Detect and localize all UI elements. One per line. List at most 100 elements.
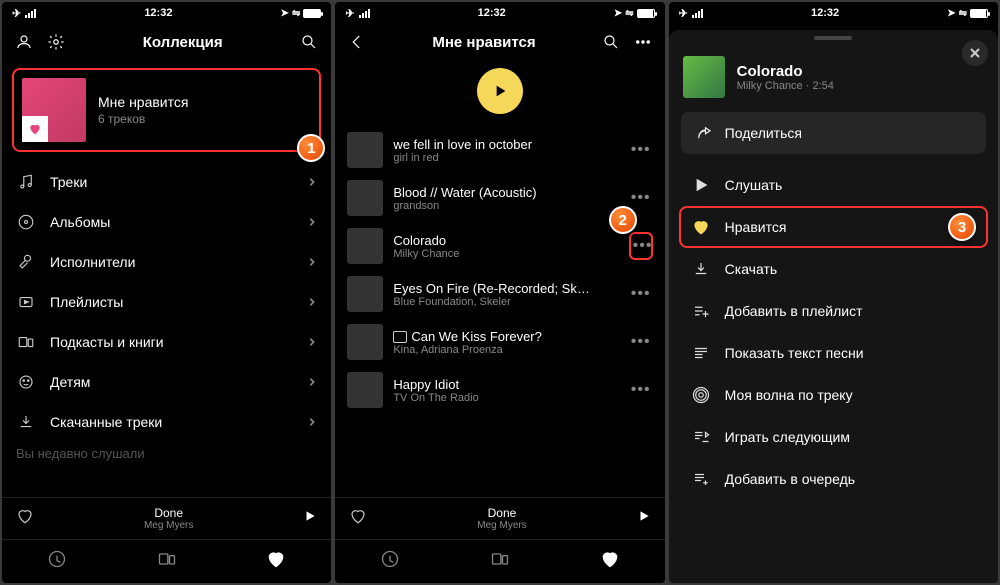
track-row[interactable]: Happy IdiotTV On The Radio ••• [335,366,664,414]
app-header: Мне нравится [335,24,664,60]
tab-collection[interactable] [266,549,286,574]
now-playing-bar[interactable]: DoneMeg Myers [335,497,664,539]
app-header: Коллекция [2,24,331,60]
hq-icon [393,331,407,343]
sheet-menu: Слушать Нравится 3 Скачать Добавить в пл… [669,164,998,500]
chevron-right-icon [307,254,317,270]
sheet-play-next[interactable]: Играть следующим [673,416,994,458]
plane-icon: ✈︎ [345,7,354,20]
menu-albums[interactable]: Альбомы [2,202,331,242]
chevron-right-icon [307,294,317,310]
sheet-add-playlist[interactable]: Добавить в плейлист [673,290,994,332]
menu-tracks[interactable]: Треки [2,162,331,202]
track-cover [347,276,383,312]
action-sheet: Colorado Milky Chance · 2:54 Поделиться … [669,30,998,583]
step-badge-2: 2 [609,206,637,234]
location-icon: ➤ [947,8,955,19]
menu-downloads[interactable]: Скачанные треки [2,402,331,442]
share-button[interactable]: Поделиться [681,112,986,154]
screen-collection: ✈︎ 12:32 ➤ ⇋ Коллекция [2,2,331,583]
menu-podcasts[interactable]: Подкасты и книги [2,322,331,362]
tab-collection[interactable] [600,549,620,574]
tab-podcasts[interactable] [157,549,177,574]
add-playlist-icon [691,302,711,320]
track-more-icon[interactable]: ••• [629,333,653,351]
sheet-mywave[interactable]: Моя волна по треку [673,374,994,416]
sheet-header: Colorado Milky Chance · 2:54 [669,40,998,112]
sheet-title: Colorado [737,63,834,80]
status-time: 12:32 [144,7,172,19]
tab-wave[interactable] [380,549,400,574]
search-icon[interactable] [601,32,621,52]
sheet-queue[interactable]: Добавить в очередь [673,458,994,500]
menu-kids[interactable]: Детям [2,362,331,402]
step-badge-3: 3 [948,213,976,241]
heart-icon [22,116,48,142]
wifi-icon [359,9,370,18]
now-playing-bar[interactable]: Done Meg Myers [2,497,331,539]
track-list: we fell in love in octobergirl in red ••… [335,126,664,414]
chevron-right-icon [307,174,317,190]
share-icon [695,124,713,142]
sheet-like[interactable]: Нравится 3 [673,206,994,248]
status-time: 12:32 [811,7,839,19]
page-title: Коллекция [78,34,287,51]
play-all-button[interactable] [477,68,523,114]
wifi-icon [25,9,36,18]
bluetooth-icon: ⇋ [292,8,300,19]
liked-playlist-card[interactable]: Мне нравится 6 треков 1 [12,68,321,152]
tab-podcasts[interactable] [490,549,510,574]
track-more-icon[interactable]: ••• [629,189,653,207]
sheet-download[interactable]: Скачать [673,248,994,290]
profile-icon[interactable] [14,32,34,52]
play-icon[interactable] [637,509,651,528]
heart-outline-icon[interactable] [349,507,367,530]
track-more-icon[interactable]: ••• [629,381,653,399]
bluetooth-icon: ⇋ [625,8,633,19]
wifi-icon [692,9,703,18]
sheet-subtitle: Milky Chance · 2:54 [737,80,834,92]
battery-icon [970,9,988,18]
battery-icon [303,9,321,18]
plane-icon: ✈︎ [679,7,688,20]
status-bar: ✈︎ 12:32 ➤ ⇋ [2,2,331,24]
track-row[interactable]: Eyes On Fire (Re-Recorded; Sk…Blue Found… [335,270,664,318]
search-icon[interactable] [299,32,319,52]
chevron-right-icon [307,334,317,350]
track-more-icon[interactable]: ••• [629,232,653,260]
track-row[interactable]: Can We Kiss Forever?Kina, Adriana Proenz… [335,318,664,366]
liked-title: Мне нравится [98,94,188,110]
queue-icon [691,470,711,488]
chevron-right-icon [307,414,317,430]
settings-icon[interactable] [46,32,66,52]
sheet-lyrics[interactable]: Показать текст песни [673,332,994,374]
page-title: Мне нравится [379,34,588,51]
track-cover [347,228,383,264]
sheet-listen[interactable]: Слушать [673,164,994,206]
heart-filled-icon [691,218,711,236]
location-icon: ➤ [281,8,289,19]
status-time: 12:32 [478,7,506,19]
play-icon[interactable] [303,509,317,528]
menu-playlists[interactable]: Плейлисты [2,282,331,322]
plane-icon: ✈︎ [12,7,21,20]
mic-icon [16,253,36,271]
tab-wave[interactable] [47,549,67,574]
menu-artists[interactable]: Исполнители [2,242,331,282]
tab-bar [2,539,331,583]
back-icon[interactable] [347,32,367,52]
track-more-icon[interactable]: ••• [629,141,653,159]
heart-outline-icon[interactable] [16,507,34,530]
close-icon[interactable] [962,40,988,66]
collection-menu: Треки Альбомы Исполнители Плейлисты Подк [2,162,331,442]
play-next-icon [691,428,711,446]
disc-icon [16,213,36,231]
download-icon [691,260,711,278]
track-cover [347,180,383,216]
playlist-icon [16,293,36,311]
track-row[interactable]: ColoradoMilky Chance ••• 2 [335,222,664,270]
status-bar: ✈︎ 12:32 ➤⇋ [669,2,998,24]
more-icon[interactable] [633,32,653,52]
track-more-icon[interactable]: ••• [629,285,653,303]
track-row[interactable]: we fell in love in octobergirl in red ••… [335,126,664,174]
